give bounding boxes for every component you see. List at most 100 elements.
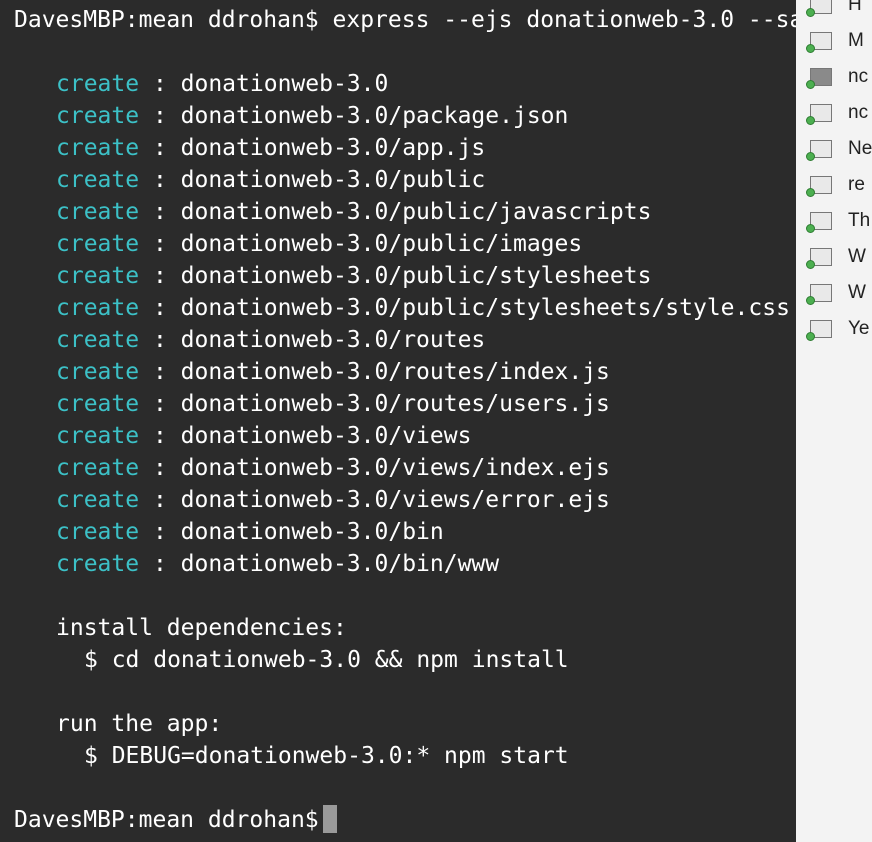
text-cursor bbox=[322, 805, 337, 833]
create-line: create : donationweb-3.0/routes/users.js bbox=[56, 388, 610, 420]
separator: : bbox=[139, 231, 181, 257]
create-keyword: create bbox=[56, 359, 140, 385]
create-keyword: create bbox=[56, 455, 140, 481]
status-dot-icon bbox=[806, 44, 815, 53]
terminal-window[interactable]: DavesMBP:mean ddrohan$ express --ejs don… bbox=[0, 0, 796, 842]
install-command: $ cd donationweb-3.0 && npm install bbox=[84, 647, 569, 673]
create-line: create : donationweb-3.0/views bbox=[56, 420, 471, 452]
run-command: $ DEBUG=donationweb-3.0:* npm start bbox=[84, 743, 569, 769]
created-path: donationweb-3.0/routes bbox=[180, 327, 486, 353]
screen: H Mnc nc Ne re Th W W Ye DavesMBP:mean ddrohan$ … bbox=[0, 0, 872, 842]
created-path: donationweb-3.0/routes/users.js bbox=[180, 391, 610, 417]
background-list-item: Ne bbox=[804, 136, 872, 161]
command-line: DavesMBP:mean ddrohan$ express --ejs don… bbox=[14, 4, 796, 36]
command-text: express --ejs donationweb-3.0 --save bbox=[332, 7, 797, 33]
separator: : bbox=[139, 327, 181, 353]
separator: : bbox=[139, 551, 181, 577]
background-list-item: Th bbox=[804, 208, 872, 233]
background-item-label: nc bbox=[848, 102, 869, 123]
create-line: create : donationweb-3.0/public/images bbox=[56, 228, 582, 260]
create-keyword: create bbox=[56, 551, 140, 577]
create-keyword: create bbox=[56, 135, 140, 161]
separator: : bbox=[139, 487, 181, 513]
separator: : bbox=[139, 135, 181, 161]
background-window: H Mnc nc Ne re Th W W Ye bbox=[796, 0, 872, 842]
create-keyword: create bbox=[56, 199, 140, 225]
status-dot-icon bbox=[806, 188, 815, 197]
background-item-label: Th bbox=[848, 210, 871, 231]
create-keyword: create bbox=[56, 263, 140, 289]
created-path: donationweb-3.0/public bbox=[180, 167, 486, 193]
run-heading: run the app: bbox=[56, 711, 223, 737]
create-keyword: create bbox=[56, 167, 140, 193]
status-dot-icon bbox=[806, 80, 815, 89]
separator: : bbox=[139, 519, 181, 545]
prompt-text: DavesMBP:mean ddrohan$ bbox=[14, 7, 333, 33]
create-keyword: create bbox=[56, 295, 140, 321]
background-item-label: nc bbox=[848, 66, 869, 87]
status-dot-icon bbox=[806, 332, 815, 341]
create-keyword: create bbox=[56, 231, 140, 257]
created-path: donationweb-3.0/public/javascripts bbox=[180, 199, 652, 225]
create-keyword: create bbox=[56, 327, 140, 353]
separator: : bbox=[139, 71, 181, 97]
create-line: create : donationweb-3.0/public/styleshe… bbox=[56, 260, 651, 292]
created-path: donationweb-3.0/app.js bbox=[180, 135, 486, 161]
create-line: create : donationweb-3.0/public/styleshe… bbox=[56, 292, 790, 324]
separator: : bbox=[139, 391, 181, 417]
create-keyword: create bbox=[56, 519, 140, 545]
background-list-item: W bbox=[804, 244, 872, 269]
background-list-item: nc bbox=[804, 100, 872, 125]
created-path: donationweb-3.0/routes/index.js bbox=[180, 359, 610, 385]
create-line: create : donationweb-3.0/package.json bbox=[56, 100, 568, 132]
separator: : bbox=[139, 455, 181, 481]
separator: : bbox=[139, 103, 181, 129]
status-dot-icon bbox=[806, 8, 815, 17]
background-item-label: Ye bbox=[848, 318, 870, 339]
background-item-label: M bbox=[848, 30, 864, 51]
install-heading: install dependencies: bbox=[56, 615, 347, 641]
background-list-item: H bbox=[804, 0, 872, 17]
background-item-label: W bbox=[848, 246, 866, 267]
create-line: create : donationweb-3.0/views/error.ejs bbox=[56, 484, 610, 516]
created-path: donationweb-3.0/public/images bbox=[180, 231, 583, 257]
create-keyword: create bbox=[56, 423, 140, 449]
create-line: create : donationweb-3.0/views/index.ejs bbox=[56, 452, 610, 484]
created-path: donationweb-3.0/public/stylesheets/style… bbox=[180, 295, 790, 321]
separator: : bbox=[139, 263, 181, 289]
status-dot-icon bbox=[806, 152, 815, 161]
created-path: donationweb-3.0/views bbox=[180, 423, 472, 449]
final-prompt: DavesMBP:mean ddrohan$ bbox=[14, 807, 319, 833]
background-list-item: Ye bbox=[804, 316, 872, 341]
background-list-item: M bbox=[804, 28, 872, 53]
separator: : bbox=[139, 423, 181, 449]
status-dot-icon bbox=[806, 224, 815, 233]
created-path: donationweb-3.0/bin bbox=[180, 519, 444, 545]
create-keyword: create bbox=[56, 391, 140, 417]
create-line: create : donationweb-3.0/app.js bbox=[56, 132, 485, 164]
create-keyword: create bbox=[56, 487, 140, 513]
separator: : bbox=[139, 167, 181, 193]
status-dot-icon bbox=[806, 116, 815, 125]
final-prompt-line[interactable]: DavesMBP:mean ddrohan$ bbox=[14, 804, 337, 836]
create-keyword: create bbox=[56, 103, 140, 129]
background-item-label: H bbox=[848, 0, 862, 15]
create-line: create : donationweb-3.0/public/javascri… bbox=[56, 196, 651, 228]
create-line: create : donationweb-3.0/routes bbox=[56, 324, 485, 356]
created-path: donationweb-3.0 bbox=[180, 71, 389, 97]
status-dot-icon bbox=[806, 260, 815, 269]
create-line: create : donationweb-3.0 bbox=[56, 68, 388, 100]
created-path: donationweb-3.0/views/index.ejs bbox=[180, 455, 610, 481]
separator: : bbox=[139, 359, 181, 385]
background-list-item: nc bbox=[804, 64, 872, 89]
status-dot-icon bbox=[806, 296, 815, 305]
background-list-item: re bbox=[804, 172, 872, 197]
create-line: create : donationweb-3.0/routes/index.js bbox=[56, 356, 610, 388]
created-path: donationweb-3.0/views/error.ejs bbox=[180, 487, 610, 513]
separator: : bbox=[139, 199, 181, 225]
background-list-item: W bbox=[804, 280, 872, 305]
created-path: donationweb-3.0/package.json bbox=[180, 103, 569, 129]
background-item-label: re bbox=[848, 174, 865, 195]
create-line: create : donationweb-3.0/bin bbox=[56, 516, 444, 548]
background-item-label: W bbox=[848, 282, 866, 303]
